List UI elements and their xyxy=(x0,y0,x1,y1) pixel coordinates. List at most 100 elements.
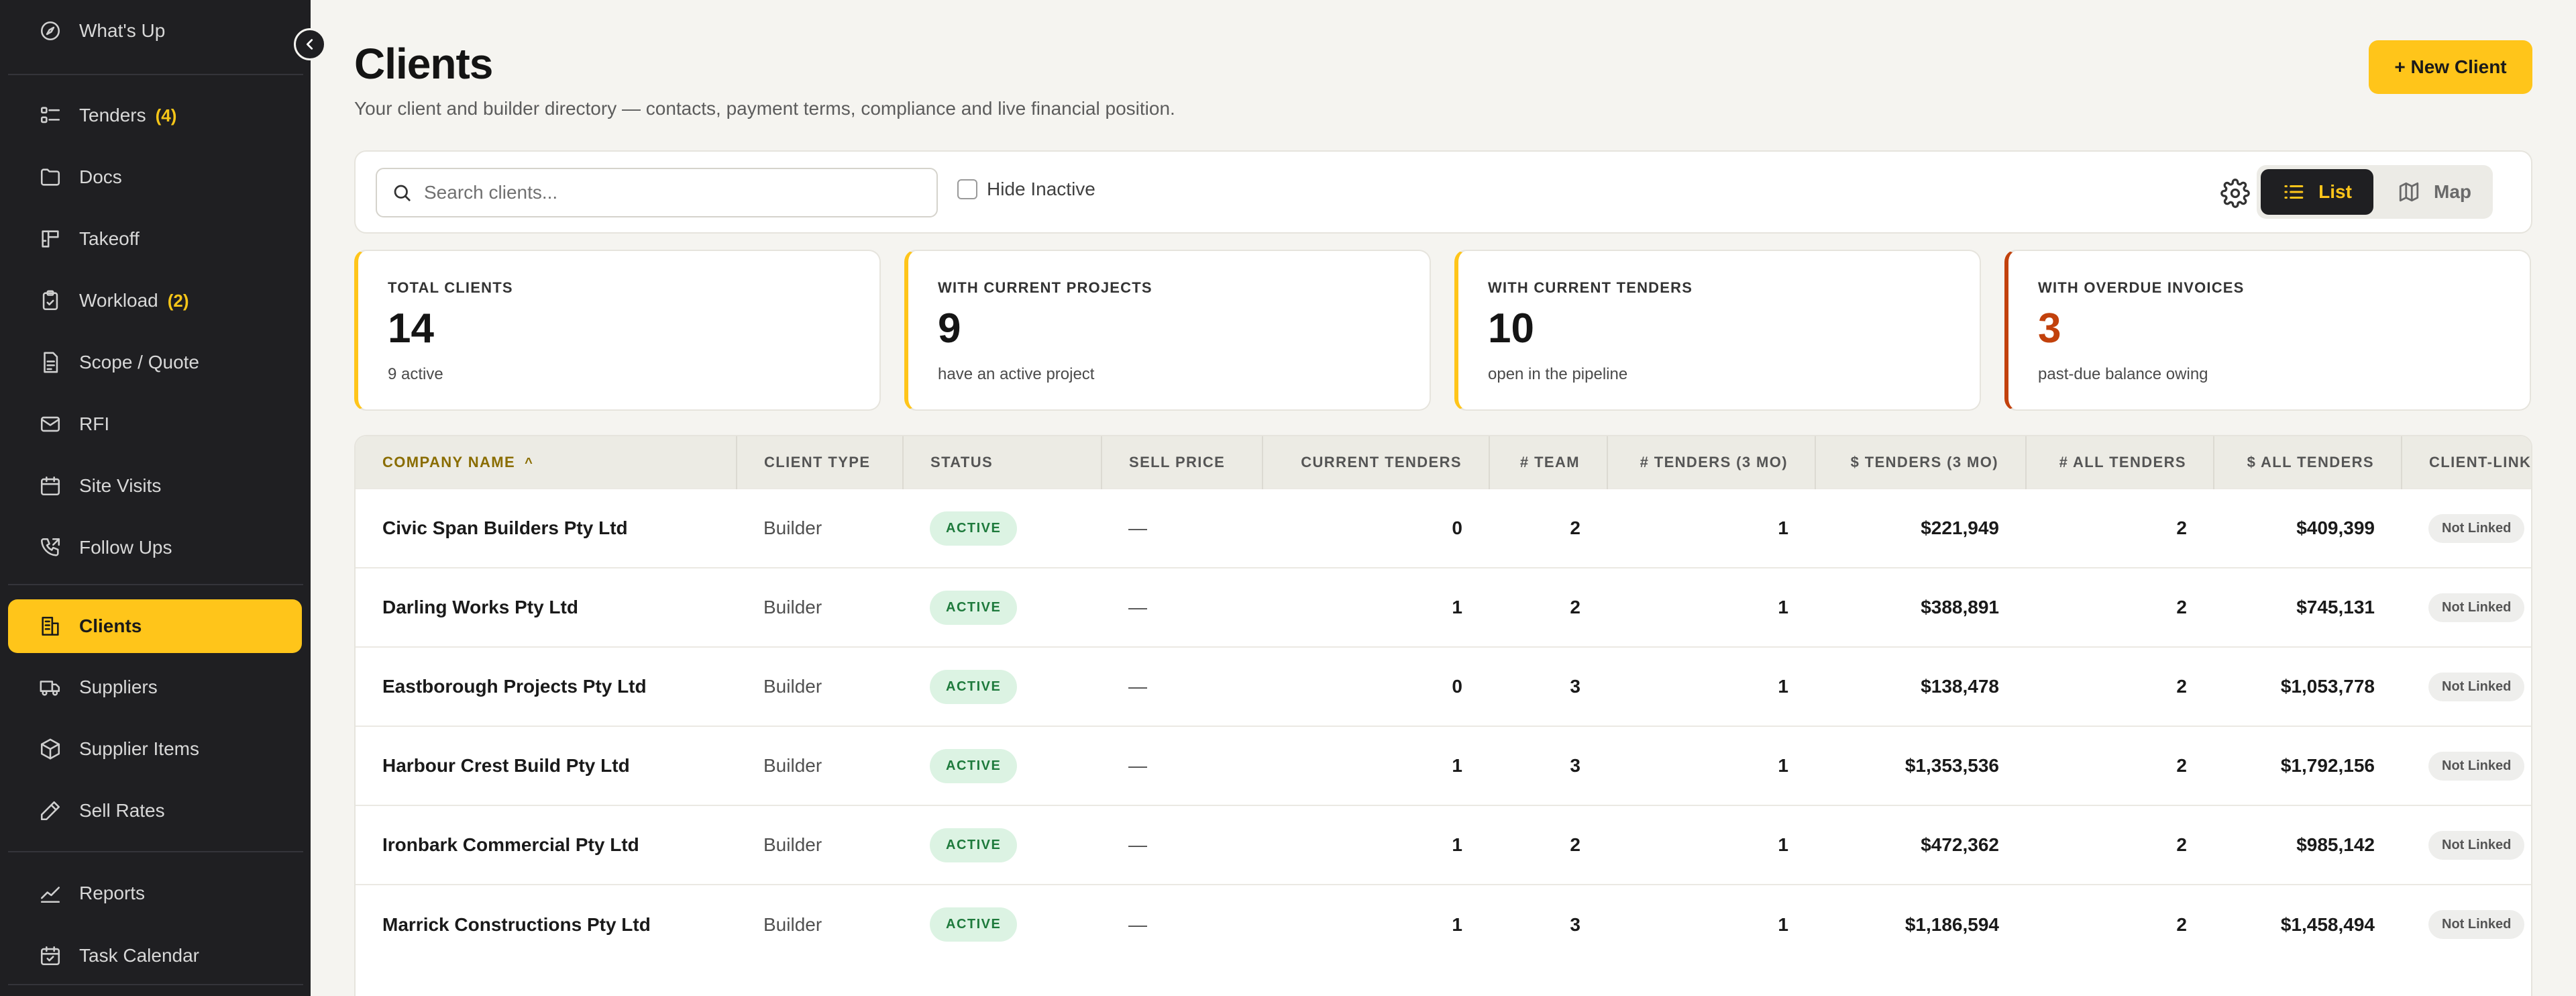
cell-current-tenders: 1 xyxy=(1452,913,1462,935)
cell-tenders-3mo-value: $138,478 xyxy=(1921,676,1999,697)
sidebar-item-sell-rates[interactable]: Sell Rates xyxy=(8,784,302,838)
sort-ascending-icon: ^ xyxy=(525,455,534,470)
sidebar-item-label: Follow Ups xyxy=(79,537,172,558)
table-row[interactable]: Darling Works Pty Ltd Builder ACTIVE — 1 2 1 $3… xyxy=(356,568,2531,647)
stat-subtext: have an active project xyxy=(938,365,1095,383)
column-header-company-name[interactable]: COMPANY NAME ^ xyxy=(356,436,737,489)
cell-company-name: Darling Works Pty Ltd xyxy=(382,597,578,617)
cell-team: 2 xyxy=(1570,517,1580,538)
column-header-sell-price[interactable]: SELL PRICE xyxy=(1102,436,1263,489)
hide-inactive-label: Hide Inactive xyxy=(987,179,1095,199)
cell-team: 3 xyxy=(1570,913,1580,935)
cell-tenders-3mo-value: $472,362 xyxy=(1921,834,1999,855)
sidebar-divider xyxy=(8,74,303,75)
client-link-badge[interactable]: Not Linked xyxy=(2428,672,2525,701)
cell-sell-price: — xyxy=(1128,597,1147,617)
hide-inactive-checkbox[interactable] xyxy=(957,179,977,199)
cell-tenders-3mo: 1 xyxy=(1778,676,1788,697)
client-link-badge[interactable]: Not Linked xyxy=(2428,830,2525,860)
search-input[interactable] xyxy=(424,182,920,203)
cell-client-link: Not Linked xyxy=(2402,726,2531,805)
folder-icon xyxy=(39,166,62,189)
sidebar-divider xyxy=(8,851,303,852)
sidebar-item-whats-up[interactable]: What's Up xyxy=(8,4,302,58)
client-link-badge[interactable]: Not Linked xyxy=(2428,751,2525,781)
stat-subtext: 9 active xyxy=(388,365,443,383)
table-row[interactable]: Marrick Constructions Pty Ltd Builder ACTI… xyxy=(356,885,2531,964)
cell-all-tenders-value: $745,131 xyxy=(2296,597,2375,617)
client-link-badge[interactable]: Not Linked xyxy=(2428,910,2525,939)
column-header-tenders-3mo[interactable]: # TENDERS (3 MO) xyxy=(1607,436,1816,489)
search-icon xyxy=(394,185,411,201)
new-client-button[interactable]: + New Client xyxy=(2369,40,2532,94)
status-badge: ACTIVE xyxy=(930,669,1018,704)
table-row[interactable]: Eastborough Projects Pty Ltd Builder ACTIV… xyxy=(356,647,2531,726)
sidebar-item-workload[interactable]: Workload (2) xyxy=(8,274,302,328)
sidebar-item-tenders[interactable]: Tenders (4) xyxy=(8,89,302,142)
sidebar-collapse-button[interactable] xyxy=(294,28,326,60)
column-header-client-type[interactable]: CLIENT TYPE xyxy=(737,436,904,489)
column-header-all-tenders-value[interactable]: $ ALL TENDERS xyxy=(2214,436,2402,489)
table-row[interactable]: Civic Span Builders Pty Ltd Builder ACTIVE… xyxy=(356,489,2531,568)
stat-card-overdue-invoices: WITH OVERDUE INVOICES 3 past-due balance… xyxy=(2004,250,2531,411)
hide-inactive-toggle[interactable]: Hide Inactive xyxy=(957,179,1095,200)
sidebar-item-takeoff[interactable]: Takeoff xyxy=(8,212,302,266)
column-header-client-link[interactable]: CLIENT-LINK xyxy=(2402,436,2531,489)
list-icon xyxy=(2284,185,2304,199)
cell-team: 3 xyxy=(1570,755,1580,776)
calendar-icon xyxy=(39,475,62,497)
sidebar-item-label: Tenders xyxy=(79,105,146,126)
cell-sell-price: — xyxy=(1128,755,1147,776)
search-box[interactable] xyxy=(376,168,938,217)
client-link-badge[interactable]: Not Linked xyxy=(2428,593,2525,622)
sidebar-item-clients[interactable]: Clients xyxy=(8,599,302,653)
sidebar-item-label: What's Up xyxy=(79,20,166,41)
sidebar-divider xyxy=(8,984,303,985)
truck-icon xyxy=(39,676,62,699)
settings-button[interactable] xyxy=(2220,179,2250,208)
sidebar-item-rfi[interactable]: RFI xyxy=(8,397,302,451)
table-row[interactable]: Harbour Crest Build Pty Ltd Builder ACTIVE… xyxy=(356,726,2531,805)
sidebar-item-label: Reports xyxy=(79,883,146,903)
map-icon xyxy=(2399,182,2419,202)
column-header-status[interactable]: STATUS xyxy=(903,436,1102,489)
cell-team: 2 xyxy=(1570,834,1580,855)
chevron-left-icon xyxy=(306,39,313,50)
cell-status: ACTIVE xyxy=(903,647,1102,726)
status-badge: ACTIVE xyxy=(930,511,1018,546)
sidebar-item-docs[interactable]: Docs xyxy=(8,150,302,204)
sidebar-item-label: Sell Rates xyxy=(79,800,165,821)
cell-company-name: Civic Span Builders Pty Ltd xyxy=(382,517,628,538)
cell-client-type: Builder xyxy=(763,755,822,776)
cell-status: ACTIVE xyxy=(903,726,1102,805)
table-row[interactable]: Ironbark Commercial Pty Ltd Builder ACTIVE… xyxy=(356,805,2531,885)
sidebar-divider xyxy=(8,584,303,585)
column-header-tenders-3mo-value[interactable]: $ TENDERS (3 MO) xyxy=(1815,436,2027,489)
sidebar-item-label: Scope / Quote xyxy=(79,352,200,372)
client-link-badge[interactable]: Not Linked xyxy=(2428,513,2525,543)
sidebar-item-suppliers[interactable]: Suppliers xyxy=(8,660,302,714)
compass-icon xyxy=(39,19,62,42)
cell-tenders-3mo: 1 xyxy=(1778,597,1788,617)
list-view-button[interactable]: List xyxy=(2261,169,2373,215)
cell-current-tenders: 0 xyxy=(1452,517,1462,538)
sidebar-item-badge: (2) xyxy=(167,290,189,311)
cell-all-tenders-value: $1,053,778 xyxy=(2280,676,2375,697)
cell-status: ACTIVE xyxy=(903,885,1102,964)
sidebar-item-supplier-items[interactable]: Supplier Items xyxy=(8,722,302,776)
sidebar-item-task-calendar[interactable]: Task Calendar xyxy=(8,929,302,983)
sidebar-item-site-visits[interactable]: Site Visits xyxy=(8,459,302,513)
cell-all-tenders-value: $985,142 xyxy=(2296,834,2375,855)
sidebar-item-scope-quote[interactable]: Scope / Quote xyxy=(8,336,302,389)
status-badge: ACTIVE xyxy=(930,907,1018,942)
column-header-team[interactable]: # TEAM xyxy=(1489,436,1608,489)
column-header-all-tenders[interactable]: # ALL TENDERS xyxy=(2026,436,2214,489)
map-view-button[interactable]: Map xyxy=(2380,169,2489,215)
sidebar-item-follow-ups[interactable]: Follow Ups xyxy=(8,521,302,575)
cell-client-type: Builder xyxy=(763,517,822,538)
sidebar-item-reports[interactable]: Reports xyxy=(8,866,302,920)
stat-card-current-tenders: WITH CURRENT TENDERS 10 open in the pipe… xyxy=(1454,250,1981,411)
cell-company-name: Eastborough Projects Pty Ltd xyxy=(382,676,647,697)
column-header-current-tenders[interactable]: CURRENT TENDERS xyxy=(1263,436,1490,489)
cell-all-tenders: 2 xyxy=(2176,517,2187,538)
